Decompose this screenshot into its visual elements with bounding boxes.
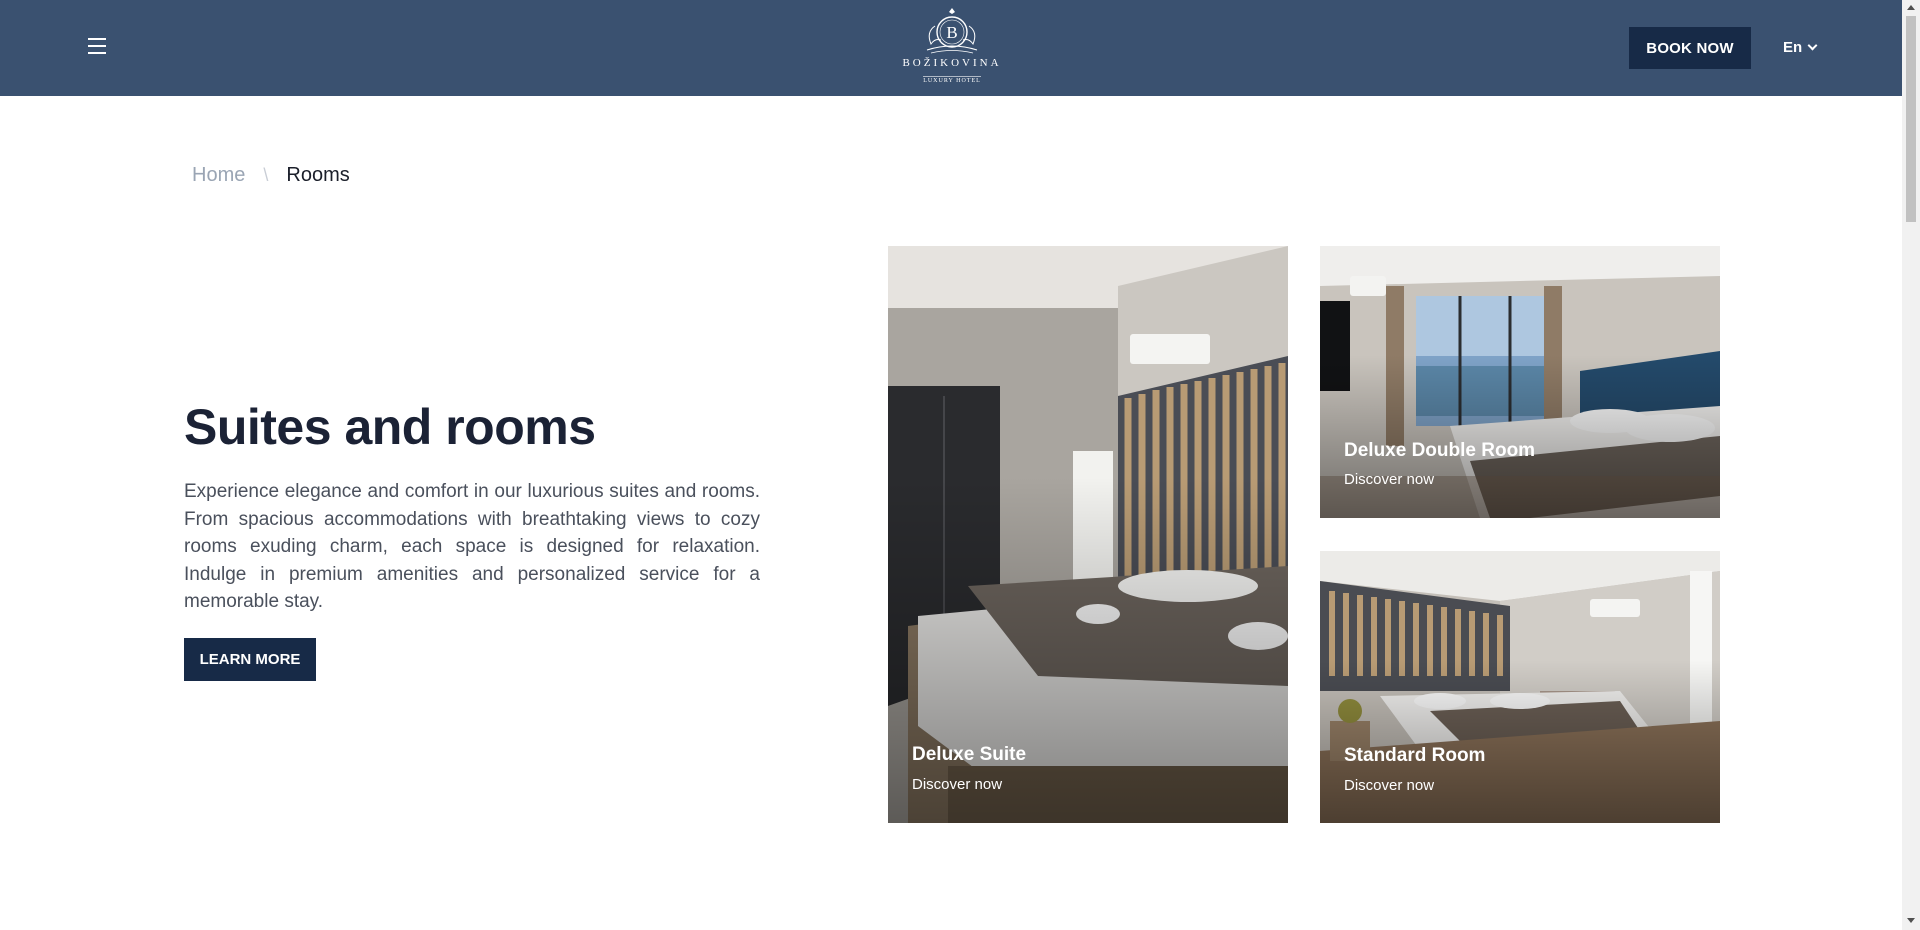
intro-description: Experience elegance and comfort in our l… xyxy=(184,481,760,613)
hamburger-menu-icon[interactable] xyxy=(88,38,112,58)
scroll-thumb[interactable] xyxy=(1906,16,1916,222)
scroll-up-icon[interactable] xyxy=(1907,5,1915,10)
room-card-deluxe-double-room[interactable]: Deluxe Double Room Discover now xyxy=(1320,246,1720,518)
language-selector[interactable]: En xyxy=(1783,39,1818,56)
breadcrumb-separator: \ xyxy=(263,165,269,185)
chevron-down-icon xyxy=(1807,40,1818,51)
room-card-title: Standard Room xyxy=(1344,745,1486,766)
site-header: B BOŽIKOVINA LUXURY HOTEL BOOK NOW En xyxy=(0,0,1902,96)
svg-text:B: B xyxy=(946,23,957,42)
language-label: En xyxy=(1783,39,1803,56)
room-card-title: Deluxe Double Room xyxy=(1344,440,1536,461)
breadcrumb-home-link[interactable]: Home xyxy=(192,164,245,187)
breadcrumb: Home \ Rooms xyxy=(192,164,350,187)
book-now-button[interactable]: BOOK NOW xyxy=(1629,27,1751,69)
discover-now-link[interactable]: Discover now xyxy=(1344,471,1434,488)
page-title: Suites and rooms xyxy=(184,399,596,455)
learn-more-button[interactable]: LEARN MORE xyxy=(184,638,316,681)
hotel-logo[interactable]: B BOŽIKOVINA LUXURY HOTEL xyxy=(900,6,1004,90)
room-card-deluxe-suite[interactable]: Deluxe Suite Discover now xyxy=(888,246,1288,823)
room-card-title: Deluxe Suite xyxy=(912,744,1027,765)
discover-now-link[interactable]: Discover now xyxy=(912,776,1002,793)
crest-icon: B xyxy=(926,8,978,54)
breadcrumb-current: Rooms xyxy=(286,164,350,186)
scroll-down-icon[interactable] xyxy=(1907,918,1915,923)
page-scrollbar[interactable] xyxy=(1902,0,1920,930)
logo-tagline: LUXURY HOTEL xyxy=(923,76,981,84)
room-card-standard-room[interactable]: Standard Room Discover now xyxy=(1320,551,1720,823)
discover-now-link[interactable]: Discover now xyxy=(1344,777,1434,794)
logo-wordmark: BOŽIKOVINA xyxy=(902,57,1002,69)
